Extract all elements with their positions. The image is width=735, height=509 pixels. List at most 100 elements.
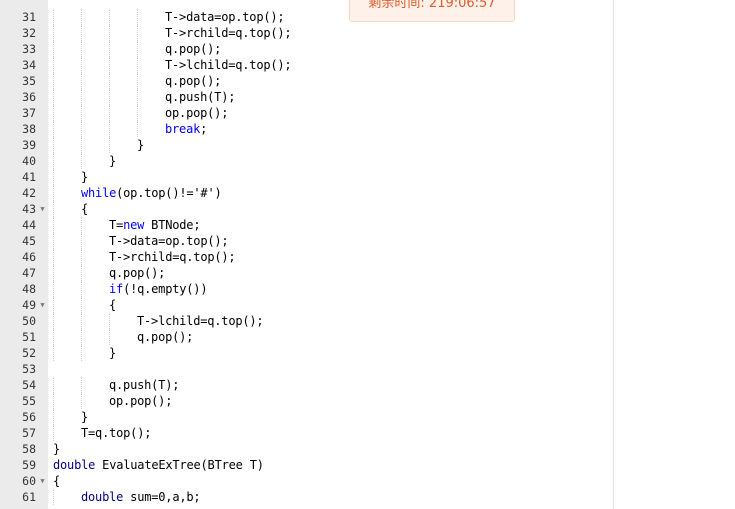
code-keyword: double: [81, 490, 124, 504]
indent-guide: [53, 137, 54, 153]
line-number: 36: [22, 90, 36, 104]
indent-guide: [109, 41, 110, 57]
code-text: T=new BTNode;: [109, 217, 201, 233]
code-line[interactable]: 46 T->rchild=q.top();: [0, 249, 614, 265]
code-text: T->lchild=q.top();: [165, 57, 292, 73]
indent-guide: [53, 425, 54, 441]
code-token: (!q.empty()): [123, 282, 208, 296]
code-line[interactable]: 54 q.push(T);: [0, 377, 614, 393]
code-line[interactable]: 44 T=new BTNode;: [0, 217, 614, 233]
line-number: 35: [22, 74, 36, 88]
code-text: {: [109, 297, 116, 313]
code-keyword: break: [165, 122, 201, 136]
indent-guide: [81, 73, 82, 89]
code-token: q.push(T);: [109, 378, 180, 392]
indent-guide: [137, 121, 138, 137]
indent-guide: [81, 89, 82, 105]
indent-guide: [137, 73, 138, 89]
code-text: q.push(T);: [165, 89, 235, 105]
code-line[interactable]: 58}: [0, 441, 614, 457]
code-text: }: [109, 153, 116, 169]
code-line[interactable]: 41}: [0, 169, 614, 185]
code-lines[interactable]: 31 T->data=op.top(); 32 T->rchild=q.top(); 3…: [0, 9, 614, 505]
indent-guide: [53, 73, 54, 89]
code-token: (op.top()!='#'): [116, 186, 222, 200]
fold-triangle-icon[interactable]: ▼: [38, 201, 47, 217]
fold-triangle-icon[interactable]: ▼: [38, 297, 47, 313]
code-line[interactable]: 38 break;: [0, 121, 614, 137]
indent-guide: [137, 41, 138, 57]
code-keyword: if: [109, 282, 124, 296]
indent-guide: [81, 217, 82, 233]
indent-guide: [137, 57, 138, 73]
code-text: }: [109, 345, 116, 361]
indent-guide: [109, 137, 110, 153]
code-line[interactable]: 45 T->data=op.top();: [0, 233, 614, 249]
code-line[interactable]: 53: [0, 361, 614, 377]
code-line[interactable]: 35 q.pop();: [0, 73, 614, 89]
code-line[interactable]: 61 double sum=0,a,b;: [0, 489, 614, 505]
fold-triangle-icon[interactable]: ▼: [38, 473, 47, 489]
indent-guide: [137, 89, 138, 105]
indent-guide: [109, 105, 110, 121]
code-line[interactable]: 56}: [0, 409, 614, 425]
indent-guide: [137, 105, 138, 121]
code-token: }: [53, 442, 61, 456]
code-text: {: [81, 201, 88, 217]
code-line[interactable]: 50 T->lchild=q.top();: [0, 313, 614, 329]
line-number: 53: [22, 362, 36, 376]
code-line[interactable]: 40}: [0, 153, 614, 169]
code-line[interactable]: 33 q.pop();: [0, 41, 614, 57]
code-line[interactable]: 42 while(op.top()!='#'): [0, 185, 614, 201]
code-line[interactable]: 37 op.pop();: [0, 105, 614, 121]
code-line[interactable]: 59 double EvaluateExTree(BTree T): [0, 457, 614, 473]
code-token: q.pop();: [165, 74, 222, 88]
line-number: 34: [22, 58, 36, 72]
indent-guide: [109, 313, 110, 329]
indent-guide: [53, 377, 54, 393]
code-line[interactable]: 36 q.push(T);: [0, 89, 614, 105]
code-text: }: [81, 169, 88, 185]
indent-guide: [81, 265, 82, 281]
code-line[interactable]: 43 ▼ {: [0, 201, 614, 217]
code-text: T->lchild=q.top();: [137, 313, 264, 329]
code-text: q.push(T);: [109, 377, 179, 393]
code-line[interactable]: 49 ▼ {: [0, 297, 614, 313]
line-number: 51: [22, 330, 36, 344]
indent-guide: [53, 281, 54, 297]
indent-guide: [53, 25, 54, 41]
line-number: 56: [22, 410, 36, 424]
code-token: q.pop();: [109, 266, 166, 280]
code-token: q.pop();: [165, 42, 222, 56]
code-line[interactable]: 48 if(!q.empty()): [0, 281, 614, 297]
line-number: 38: [22, 122, 36, 136]
code-keyword: double: [53, 458, 96, 472]
code-line[interactable]: 47 q.pop();: [0, 265, 614, 281]
code-token: T->lchild=q.top();: [137, 314, 264, 328]
code-text: T->rchild=q.top();: [165, 25, 292, 41]
code-line[interactable]: 31 T->data=op.top();: [0, 9, 614, 25]
indent-guide: [53, 409, 54, 425]
indent-guide: [137, 9, 138, 25]
code-token: ;: [200, 122, 208, 136]
code-line[interactable]: 32 T->rchild=q.top();: [0, 25, 614, 41]
code-editor[interactable]: 31 T->data=op.top(); 32 T->rchild=q.top(); 3…: [0, 0, 614, 509]
indent-guide: [53, 185, 54, 201]
code-line[interactable]: 51 q.pop();: [0, 329, 614, 345]
code-line[interactable]: 34 T->lchild=q.top();: [0, 57, 614, 73]
indent-guide: [109, 25, 110, 41]
code-line[interactable]: 60 ▼ {: [0, 473, 614, 489]
code-token: q.push(T);: [165, 90, 236, 104]
indent-guide: [53, 169, 54, 185]
code-line[interactable]: 57 T=q.top();: [0, 425, 614, 441]
indent-guide: [81, 297, 82, 313]
indent-guide: [53, 393, 54, 409]
code-keyword: new: [123, 218, 145, 232]
code-line[interactable]: 52}: [0, 345, 614, 361]
code-line[interactable]: 55 op.pop();: [0, 393, 614, 409]
line-number: 50: [22, 314, 36, 328]
line-number: 49: [22, 298, 36, 312]
code-text: if(!q.empty()): [109, 281, 208, 297]
code-line[interactable]: 39}: [0, 137, 614, 153]
indent-guide: [53, 57, 54, 73]
